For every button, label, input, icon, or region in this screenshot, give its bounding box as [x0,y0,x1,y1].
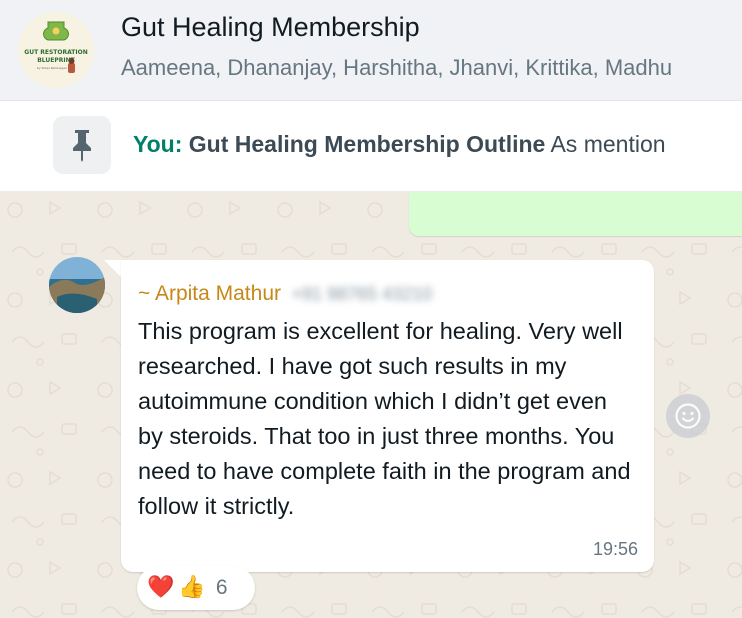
group-title[interactable]: Gut Healing Membership [121,12,420,43]
bubble-tail [104,260,122,278]
outgoing-message-bubble[interactable] [409,192,742,236]
message-text: This program is excellent for healing. V… [138,318,631,519]
sender-name[interactable]: ~ Arpita Mathur [138,282,281,305]
sender-avatar[interactable] [49,257,105,313]
reaction-button[interactable] [666,394,710,438]
message-timestamp: 19:56 [592,539,638,559]
svg-text:GUT RESTORATION: GUT RESTORATION [24,49,87,56]
reactions-pill[interactable]: ❤️ 👍 6 [137,566,255,610]
chat-area[interactable]: ~ Arpita Mathur +91 98765 43210 This pro… [0,192,742,618]
pin-icon [73,130,91,162]
group-avatar[interactable]: GUT RESTORATION BLUEPRINT by Shilpi Ramn… [18,12,94,88]
thumbs-up-reaction-icon: 👍 [178,575,206,600]
gut-restoration-logo: GUT RESTORATION BLUEPRINT by Shilpi Ramn… [18,12,94,88]
chat-header[interactable]: GUT RESTORATION BLUEPRINT by Shilpi Ramn… [0,0,742,101]
smiley-icon [675,403,701,429]
reaction-count: 6 [215,576,228,599]
pinned-sender: You: [133,131,183,157]
svg-text:by Shilpi Ramnagari: by Shilpi Ramnagari [37,66,67,70]
pinned-message-bar[interactable]: You: Gut Healing Membership Outline As m… [0,101,742,192]
sender-phone-blurred[interactable]: +91 98765 43210 [291,284,432,305]
avatar-photo [49,257,105,313]
sender-line: ~ Arpita Mathur +91 98765 43210 [138,282,432,306]
group-members: Aameena, Dhananjay, Harshitha, Jhanvi, K… [121,55,673,80]
pinned-title: Gut Healing Membership Outline [188,131,546,157]
pinned-preview-text: As mention [550,131,666,157]
incoming-message-bubble[interactable]: ~ Arpita Mathur +91 98765 43210 This pro… [121,260,654,572]
heart-reaction-icon: ❤️ [147,575,175,600]
pin-button[interactable] [53,116,111,174]
pinned-message-preview[interactable]: You: Gut Healing Membership Outline As m… [133,131,666,158]
